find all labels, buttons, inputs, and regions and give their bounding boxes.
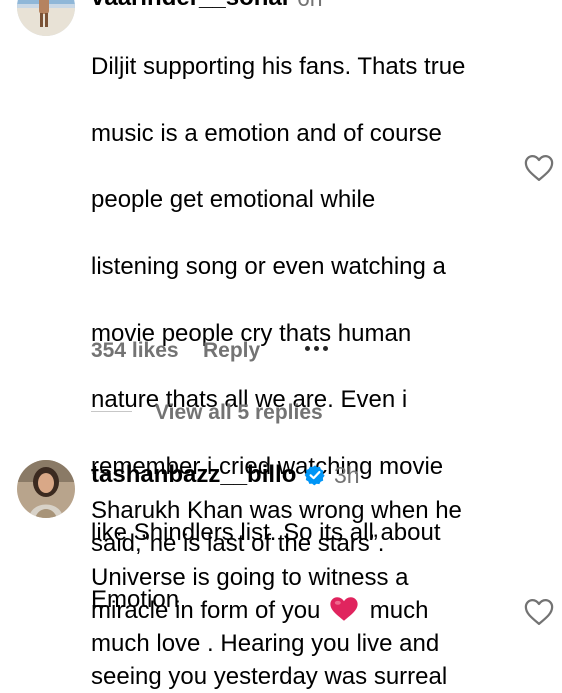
comment-line: people get emotional while bbox=[91, 186, 376, 214]
comment-line: Diljit supporting his fans. Thats true bbox=[91, 53, 466, 81]
more-options-icon[interactable] bbox=[305, 346, 328, 351]
reply-button[interactable]: Reply bbox=[203, 338, 260, 364]
avatar[interactable] bbox=[17, 0, 75, 36]
comment-line: music is a emotion and of course bbox=[91, 119, 442, 147]
replies-divider bbox=[91, 411, 132, 412]
red-heart-emoji-icon bbox=[330, 597, 358, 621]
avatar[interactable] bbox=[17, 460, 75, 518]
like-heart-icon[interactable] bbox=[524, 598, 554, 626]
comment-username[interactable]: tashanbazz__billo bbox=[91, 461, 296, 489]
comment-text: Sharukh Khan was wrong when he said,”he … bbox=[91, 494, 521, 693]
comment-time: 3h bbox=[334, 462, 360, 488]
comment-username[interactable]: vaarinder__sohal bbox=[91, 0, 288, 12]
likes-count[interactable]: 354 likes bbox=[91, 338, 179, 364]
comment-time: 6h bbox=[297, 0, 323, 12]
comment-line: listening song or even watching a bbox=[91, 253, 446, 281]
comments-page: vaarinder__sohal 6h Diljit supporting hi… bbox=[0, 0, 562, 693]
like-heart-icon[interactable] bbox=[524, 154, 554, 182]
verified-badge-icon bbox=[304, 465, 325, 486]
view-replies-button[interactable]: View all 5 replies bbox=[155, 400, 323, 426]
